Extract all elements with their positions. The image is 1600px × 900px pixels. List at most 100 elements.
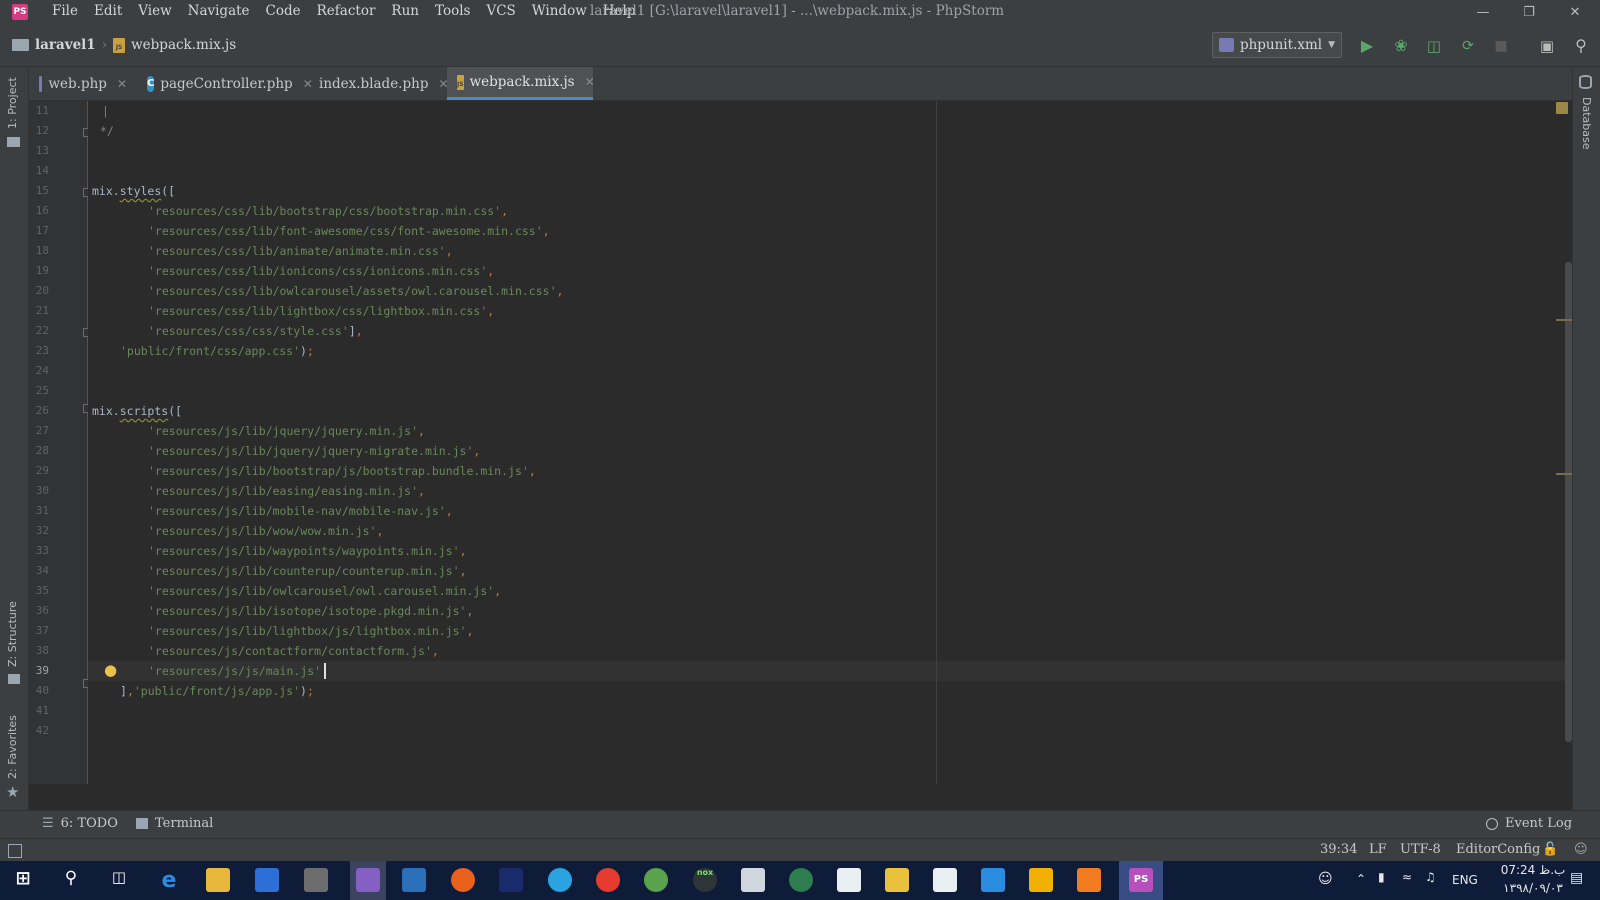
record-app-icon[interactable] xyxy=(596,868,620,892)
telegram-icon[interactable] xyxy=(548,868,572,892)
volume-icon[interactable]: ♫ xyxy=(1425,870,1436,884)
terminal-tool-button[interactable]: Terminal xyxy=(136,816,213,831)
code-line-35: 'resources/js/lib/owlcarousel/owl.carous… xyxy=(148,584,502,598)
file-explorer-icon[interactable] xyxy=(206,868,230,892)
favorites-tool-button[interactable]: 2: Favorites xyxy=(6,715,19,779)
library-app-icon[interactable] xyxy=(1029,868,1053,892)
vertical-scrollbar[interactable] xyxy=(1565,262,1572,742)
todo-label: 6: TODO xyxy=(60,816,118,831)
phpstorm-taskbar-item[interactable]: PS xyxy=(1119,861,1163,900)
code-line-31: 'resources/js/lib/mobile-nav/mobile-nav.… xyxy=(148,504,453,518)
wifi-icon[interactable]: ≈ xyxy=(1402,870,1412,884)
android-studio-icon[interactable] xyxy=(644,868,668,892)
edge-browser-icon[interactable]: e xyxy=(157,868,181,893)
menu-navigate[interactable]: Navigate xyxy=(180,0,258,24)
menu-refactor[interactable]: Refactor xyxy=(309,0,384,24)
debug-icon[interactable]: ❀ xyxy=(1391,36,1411,56)
paint-app-icon[interactable] xyxy=(885,868,909,892)
tab-webpack-mix-js[interactable]: JS webpack.mix.js ✕ xyxy=(447,67,595,100)
database-tool-button[interactable]: Database xyxy=(1580,97,1593,150)
notification-center-icon[interactable]: ▤ xyxy=(1570,870,1583,886)
todo-tool-button[interactable]: ☰ 6: TODO xyxy=(42,816,118,831)
line-number: 36 xyxy=(35,604,49,617)
menu-file[interactable]: File xyxy=(44,0,86,24)
toggle-tool-windows-icon[interactable] xyxy=(8,844,22,858)
mail-icon[interactable] xyxy=(741,868,765,892)
close-tab-icon[interactable]: ✕ xyxy=(117,77,127,91)
tab-index-blade-php[interactable]: index.blade.php ✕ xyxy=(303,67,449,100)
store-icon[interactable] xyxy=(255,868,279,892)
visual-studio-taskbar-item[interactable] xyxy=(350,861,386,900)
run-configuration-label: phpunit.xml xyxy=(1239,37,1323,53)
tab-label: index.blade.php xyxy=(319,75,429,92)
structure-tool-button[interactable]: Z: Structure xyxy=(6,601,19,667)
tab-web-php[interactable]: web.php ✕ xyxy=(29,67,137,100)
line-number: 30 xyxy=(35,484,49,497)
profile-icon[interactable]: ⟳ xyxy=(1458,36,1478,56)
file-encoding[interactable]: UTF-8 xyxy=(1400,842,1441,857)
project-tool-button[interactable]: 1: Project xyxy=(6,77,19,129)
clock-date[interactable]: ۱۳۹۸/۰۹/۰۳ xyxy=(1490,881,1576,895)
tool-window-bar: ☰ 6: TODO Terminal Event Log xyxy=(0,810,1600,838)
string-literal: 'resources/js/lib/counterup/counterup.mi… xyxy=(148,564,460,578)
search-icon[interactable]: ⚲ xyxy=(59,868,83,892)
stop-icon[interactable]: ■ xyxy=(1491,36,1511,56)
breadcrumb-project[interactable]: laravel1 xyxy=(35,37,96,53)
firefox-icon[interactable] xyxy=(451,868,475,892)
inspection-status-icon[interactable] xyxy=(1556,102,1568,114)
close-window-button[interactable]: ✕ xyxy=(1552,0,1598,24)
calculator-icon[interactable] xyxy=(304,868,328,892)
inspector-icon[interactable]: ☺ xyxy=(1574,842,1588,857)
windows-taskbar: ⊞ ⚲ ◫ e nox PS ☺ ⌃ ▮ ≈ ♫ ENG 07:24 ب.ظ ۱… xyxy=(0,861,1600,900)
coverage-icon[interactable]: ◫ xyxy=(1424,36,1444,56)
menu-edit[interactable]: Edit xyxy=(86,0,130,24)
line-number: 34 xyxy=(35,564,49,577)
chevron-up-icon[interactable]: ⌃ xyxy=(1356,872,1366,886)
notepad-icon[interactable] xyxy=(933,868,957,892)
menu-vcs[interactable]: VCS xyxy=(478,0,523,24)
string-literal: 'resources/js/lib/easing/easing.min.js' xyxy=(148,484,419,498)
tab-pagecontroller-php[interactable]: C pageController.php ✕ xyxy=(137,67,313,100)
event-log-button[interactable]: Event Log xyxy=(1486,816,1572,831)
line-number: 41 xyxy=(35,704,49,717)
task-view-icon[interactable]: ◫ xyxy=(107,868,131,892)
menu-window[interactable]: Window xyxy=(524,0,595,24)
clock-time[interactable]: 07:24 ب.ظ xyxy=(1490,863,1576,877)
breadcrumb-file[interactable]: webpack.mix.js xyxy=(131,37,236,53)
menu-code[interactable]: Code xyxy=(258,0,309,24)
error-stripe-mark[interactable] xyxy=(1556,473,1572,475)
run-configuration-select[interactable]: phpunit.xml ▼ xyxy=(1212,32,1342,58)
people-icon[interactable]: ☺ xyxy=(1318,871,1333,887)
restore-button[interactable]: ❐ xyxy=(1506,0,1552,24)
line-separator[interactable]: LF xyxy=(1369,842,1387,857)
search-icon[interactable]: ⚲ xyxy=(1571,36,1591,56)
close-tab-icon[interactable]: ✕ xyxy=(585,75,595,89)
folder-icon xyxy=(12,39,29,51)
minimize-button[interactable]: — xyxy=(1460,0,1506,24)
menu-run[interactable]: Run xyxy=(383,0,427,24)
phpstorm-logo-icon[interactable]: PS xyxy=(12,4,28,20)
tab-label: web.php xyxy=(48,75,107,92)
menu-tools[interactable]: Tools xyxy=(427,0,478,24)
windows-start-icon[interactable]: ⊞ xyxy=(11,868,35,892)
trading-app-icon[interactable] xyxy=(499,868,523,892)
menu-view[interactable]: View xyxy=(130,0,179,24)
browser-app-icon[interactable] xyxy=(789,868,813,892)
nox-player-icon[interactable]: nox xyxy=(693,868,717,892)
lock-icon[interactable]: 🔓 xyxy=(1542,842,1558,857)
xampp-icon[interactable] xyxy=(1077,868,1101,892)
visual-studio-icon xyxy=(356,868,380,892)
battery-icon[interactable]: ▮ xyxy=(1378,870,1385,884)
vscode-icon[interactable] xyxy=(981,868,1005,892)
code-editor[interactable]: | */ mix.styles([ 'resources/css/lib/boo… xyxy=(88,101,1565,784)
document-icon[interactable] xyxy=(837,868,861,892)
lightbulb-icon[interactable]: ● xyxy=(104,661,118,679)
error-stripe-mark[interactable] xyxy=(1556,319,1572,321)
run-icon[interactable]: ▶ xyxy=(1357,36,1377,56)
chart-app-icon[interactable] xyxy=(402,868,426,892)
language-indicator[interactable]: ENG xyxy=(1452,873,1478,887)
caret-position[interactable]: 39:34 xyxy=(1320,842,1357,857)
line-number: 28 xyxy=(35,444,49,457)
editorconfig-status[interactable]: EditorConfig xyxy=(1456,842,1540,857)
project-structure-icon[interactable]: ▣ xyxy=(1537,36,1557,56)
